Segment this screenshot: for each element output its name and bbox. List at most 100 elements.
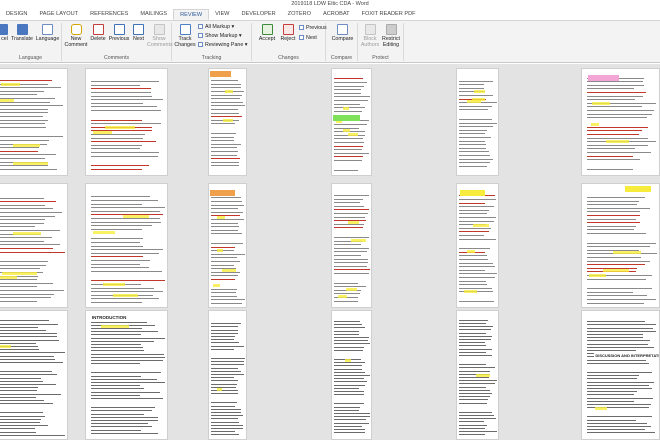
delete-comment-button[interactable]: Delete [89,24,107,42]
text-line [586,400,634,402]
document-page[interactable]: INTRODUCTION [85,310,168,440]
tab-foxit-reader-pdf[interactable]: FOXIT READER PDF [356,9,422,20]
highlight-mark [113,293,138,297]
text-line [211,112,240,114]
reject-button[interactable]: Reject [278,24,298,42]
text-line [0,323,59,325]
text-line [334,340,368,342]
highlight-mark [338,294,347,298]
text-line [586,391,638,393]
translate-button[interactable]: Translate [10,24,34,42]
text-line [459,339,491,341]
restrict-editing-button[interactable]: Restrict Editing [380,24,402,48]
document-page[interactable] [208,68,247,176]
text-line [211,367,239,369]
text-line [211,402,238,404]
text-line [334,251,368,253]
compare-button[interactable]: Compare [329,24,356,42]
text-line [211,98,240,100]
highlight-mark [602,268,629,272]
previous-comment-button[interactable]: Previous [108,24,130,42]
document-page[interactable] [0,183,68,308]
text-line [0,293,55,295]
block-authors-button[interactable]: Block Authors [360,24,380,48]
document-page[interactable] [0,68,68,176]
tab-mailings[interactable]: MAILINGS [134,9,173,20]
text-line [586,99,635,101]
previous-change-icon [299,25,304,30]
text-line [0,79,52,81]
text-line [90,81,159,83]
text-line [459,109,489,111]
show-markup-dropdown[interactable]: Show Markup ▾ [198,33,242,40]
accept-button[interactable]: Accept [256,24,278,42]
text-line [0,139,50,141]
tab-zotero[interactable]: ZOTERO [282,9,317,20]
all-markup-dropdown[interactable]: All Markup ▾ [198,24,234,31]
reviewing-pane-dropdown[interactable]: Reviewing Pane ▾ [198,42,247,49]
text-line [459,342,485,344]
text-line [586,218,637,220]
document-page[interactable] [85,183,168,308]
document-pages-view[interactable]: INTRODUCTION DISCUSSION AND INTERPRETATIO… [0,64,660,440]
text-line [586,422,647,424]
document-page[interactable] [331,68,372,176]
text-line [90,391,160,393]
document-page[interactable] [456,310,499,440]
text-line [334,406,360,408]
text-line [459,326,494,328]
document-page[interactable] [331,310,372,440]
text-line [459,80,493,82]
text-line [586,264,646,266]
text-line [586,155,633,157]
text-line [211,421,239,423]
partial-button[interactable]: cel [0,24,9,42]
text-line [211,200,243,202]
heading-highlight [210,71,232,77]
document-page[interactable] [456,183,499,308]
tab-references[interactable]: REFERENCES [84,9,134,20]
text-line [211,364,245,366]
next-change-button[interactable]: Next [299,35,317,42]
new-comment-button[interactable]: New Comment [64,24,88,48]
track-changes-button[interactable]: Track Changes [174,24,196,48]
document-page[interactable] [581,183,660,308]
document-page[interactable] [208,310,247,440]
text-line [211,154,238,156]
tab-review[interactable]: REVIEW [173,9,210,20]
document-page[interactable] [208,183,247,308]
text-line [334,394,365,396]
text-line [90,413,145,415]
document-page[interactable] [456,68,499,176]
document-page[interactable] [85,68,168,176]
text-line [211,101,244,103]
text-line [334,138,363,140]
document-page[interactable]: DISCUSSION AND INTERPRETATION [581,310,660,440]
text-line [334,213,369,215]
tab-page-layout[interactable]: PAGE LAYOUT [33,9,84,20]
text-line [90,252,160,254]
text-line [586,340,651,342]
text-line [334,81,367,83]
text-line [90,221,162,223]
text-line [90,331,158,333]
show-markup-icon [198,33,203,38]
tab-acrobat[interactable]: ACROBAT [317,9,356,20]
tab-developer[interactable]: DEVELOPER [235,9,281,20]
text-line [211,326,238,328]
document-page[interactable] [581,68,660,176]
text-line [90,343,141,345]
text-line [459,147,486,149]
text-line [586,260,651,262]
language-button[interactable]: Language [35,24,60,42]
text-line [90,141,156,143]
tab-design[interactable]: DESIGN [0,9,33,20]
highlight-mark [0,99,15,103]
document-page[interactable] [331,183,372,308]
show-comments-button[interactable]: Show Comments [147,24,173,48]
tab-view[interactable]: VIEW [209,9,235,20]
next-comment-button[interactable]: Next [131,24,146,42]
previous-change-button[interactable]: Previous [299,25,327,32]
document-page[interactable] [0,310,68,440]
text-line [459,399,489,401]
